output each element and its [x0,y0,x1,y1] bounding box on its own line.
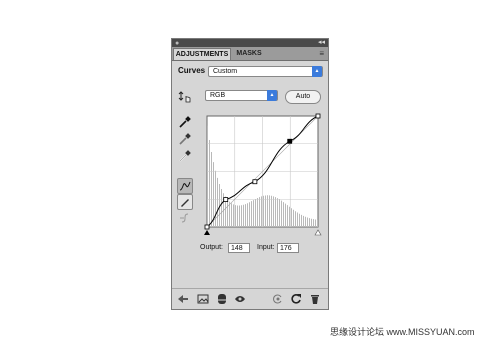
collapse-icon[interactable]: ◂◂ [318,39,325,47]
dropdown-arrow-icon: ▲ [267,90,277,101]
curve-point-tool-icon[interactable] [177,178,193,194]
white-point-slider [314,229,322,236]
channel-dropdown[interactable]: RGB ▲ [205,90,278,101]
pencil-tool-icon[interactable] [177,194,193,210]
curve-control-point [223,197,229,202]
view-previous-icon[interactable] [272,293,284,305]
white-eyedropper-icon[interactable] [177,148,193,164]
dropdown-arrow-icon: ▲ [312,66,322,77]
output-field[interactable]: 148 [228,243,250,253]
watermark-text: 思缘设计论坛 www.MISSYUAN.com [330,327,475,337]
panel-tabs: ADJUSTMENTS MASKS ≡ [172,47,328,61]
adjustments-panel: ● ◂◂ ADJUSTMENTS MASKS ≡ Curves Custom ▲… [171,38,329,310]
curves-svg[interactable] [202,112,322,237]
panel-menu-icon[interactable]: ≡ [319,47,324,60]
curves-graph[interactable] [202,112,322,242]
on-image-adjust-icon[interactable] [177,89,193,105]
curves-label: Curves [178,66,206,75]
panel-titlebar: ● ◂◂ [172,39,328,47]
curve-control-point [204,224,210,230]
curve-control-point [252,179,258,185]
tab-adjustments[interactable]: ADJUSTMENTS [173,48,231,60]
gray-eyedropper-icon[interactable] [177,131,193,147]
expanded-view-icon[interactable] [197,293,209,305]
auto-button[interactable]: Auto [285,90,321,104]
input-label: Input: [257,244,275,251]
preset-dropdown[interactable]: Custom ▲ [208,66,323,77]
tab-masks[interactable]: MASKS [232,48,266,60]
reset-icon[interactable] [290,293,302,305]
trash-icon[interactable] [309,293,321,305]
clip-to-layer-icon[interactable] [216,293,228,305]
preset-value: Custom [213,68,238,75]
back-arrow-icon[interactable] [177,293,189,305]
curve-control-point [315,113,321,119]
channel-value: RGB [210,92,226,99]
black-eyedropper-icon[interactable] [177,114,193,130]
black-point-slider [204,230,210,235]
visibility-eye-icon[interactable] [234,293,246,305]
panel-bottom-toolbar [172,288,328,309]
curve-control-point [287,138,293,144]
input-field[interactable]: 176 [277,243,299,253]
close-icon[interactable]: ● [175,40,179,47]
smooth-curve-icon[interactable] [177,210,193,226]
output-label: Output: [200,244,223,251]
